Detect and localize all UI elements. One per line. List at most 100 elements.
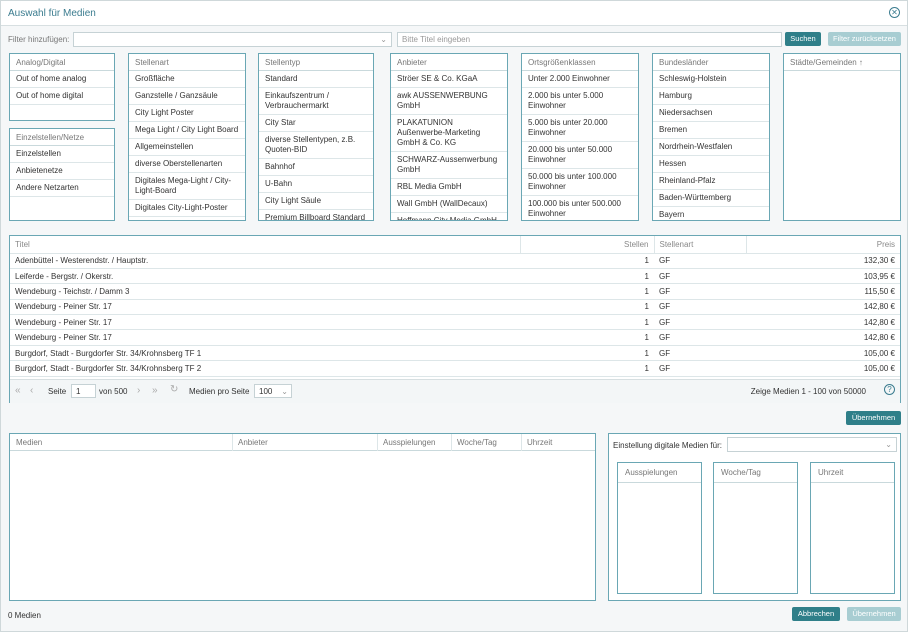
close-icon[interactable]: ✕: [889, 7, 900, 18]
filter-option[interactable]: RBL Media GmbH: [391, 179, 507, 196]
filter-option[interactable]: Baden-Württemberg: [653, 190, 769, 207]
filter-option[interactable]: Bremen: [653, 122, 769, 139]
filter-option[interactable]: Standard: [259, 71, 373, 88]
table-row[interactable]: Burgdorf, Stadt - Burgdorfer Str. 34/Kro…: [10, 360, 900, 377]
table-row[interactable]: Wendeburg - Peiner Str. 17 1 GF 142,80 €: [10, 329, 900, 346]
filter-option[interactable]: Hamburg: [653, 88, 769, 105]
filter-option[interactable]: diverse Oberstellenarten: [129, 156, 245, 173]
filter-option[interactable]: Hessen: [653, 156, 769, 173]
filter-option[interactable]: 2.000 bis unter 5.000 Einwohner: [522, 88, 638, 115]
filter-option[interactable]: Out of home analog: [10, 71, 114, 88]
table-row[interactable]: Wendeburg - Peiner Str. 17 1 GF 142,80 €: [10, 314, 900, 331]
cell-stellen: 1: [520, 329, 654, 346]
filter-option[interactable]: Rheinland-Pfalz: [653, 173, 769, 190]
page-number-input[interactable]: 1: [71, 384, 96, 398]
filter-option[interactable]: Einzelstellen: [10, 146, 114, 163]
filter-option[interactable]: 5.000 bis unter 20.000 Einwohner: [522, 115, 638, 142]
col-header-preis[interactable]: Preis: [746, 236, 900, 254]
col-header-uhrzeit[interactable]: Uhrzeit: [521, 434, 557, 451]
filter-option[interactable]: Allgemeinstellen: [129, 139, 245, 156]
filter-option[interactable]: Ströer SE & Co. KGaA: [391, 71, 507, 88]
results-grid: Titel Stellen Stellenart Preis Adenbütte…: [9, 235, 901, 403]
filter-option[interactable]: Mega Light / City Light Board: [129, 122, 245, 139]
filter-option[interactable]: Hoffmann City Media GmbH & Co. KG: [391, 213, 507, 220]
filter-option[interactable]: Premium Billboard Standard: [259, 210, 373, 220]
col-header-medien[interactable]: Medien: [16, 438, 42, 447]
pager-summary: Zeige Medien 1 - 100 von 50000: [750, 387, 866, 396]
filter-option[interactable]: City Light Säule: [259, 193, 373, 210]
search-button[interactable]: Suchen: [785, 32, 821, 46]
filter-option[interactable]: Bayern: [653, 207, 769, 220]
filter-option[interactable]: Nordrhein-Westfalen: [653, 139, 769, 156]
filter-option[interactable]: Niedersachsen: [653, 105, 769, 122]
table-row[interactable]: Wendeburg - Teichstr. / Damm 3 1 GF 115,50 …: [10, 283, 900, 300]
filter-option[interactable]: City Light Poster: [129, 105, 245, 122]
prev-page-icon[interactable]: ‹: [30, 385, 33, 396]
page-number-value: 1: [76, 387, 81, 396]
col-header-anbieter[interactable]: Anbieter: [232, 434, 273, 451]
col-header-woche[interactable]: Woche/Tag: [451, 434, 502, 451]
panel-title: Bundesländer: [653, 54, 769, 71]
col-header-ausspielungen[interactable]: Ausspielungen: [377, 434, 440, 451]
cell-stellenart: GF: [654, 345, 746, 362]
filter-option[interactable]: U-Bahn: [259, 176, 373, 193]
filter-option[interactable]: Ganzstelle / Ganzsäule: [129, 88, 245, 105]
filter-option[interactable]: Andere Netzarten: [10, 180, 114, 197]
pager-von-label: von 500: [99, 387, 128, 396]
col-header-titel[interactable]: Titel: [10, 236, 521, 254]
filter-option[interactable]: Bahnhof: [259, 159, 373, 176]
filter-option[interactable]: diverse Stellentypen, z.B. Quoten-BID: [259, 132, 373, 159]
apply-button[interactable]: Übernehmen: [847, 607, 901, 621]
digital-box-ausspielungen: Ausspielungen: [617, 462, 702, 594]
reset-filter-button[interactable]: Filter zurücksetzen: [828, 32, 901, 46]
panel-stellentyp: Stellentyp Standard Einkaufszentrum / Ver…: [258, 53, 374, 221]
last-page-icon[interactable]: »: [152, 385, 158, 396]
filter-option[interactable]: Schleswig-Holstein: [653, 71, 769, 88]
digital-box-woche: Woche/Tag: [713, 462, 798, 594]
filter-option[interactable]: Out of home digital: [10, 88, 114, 105]
cell-preis: 115,50 €: [746, 283, 900, 300]
help-icon[interactable]: ?: [884, 384, 895, 395]
next-page-icon[interactable]: ›: [137, 385, 140, 396]
filter-option[interactable]: Digitales Mega-Light / City-Light-Board: [129, 173, 245, 200]
dialog-header: Auswahl für Medien ✕: [1, 1, 907, 26]
table-row[interactable]: Wendeburg - Peiner Str. 17 1 GF 142,80 €: [10, 299, 900, 316]
uebernehmen-button[interactable]: Übernehmen: [846, 411, 901, 425]
filter-option[interactable]: 50.000 bis unter 100.000 Einwohner: [522, 169, 638, 196]
filter-option[interactable]: Anbietenetze: [10, 163, 114, 180]
filter-option[interactable]: Wall GmbH (WallDecaux): [391, 196, 507, 213]
table-row[interactable]: Adenbüttel - Westerendstr. / Hauptstr. 1 G…: [10, 253, 900, 269]
filter-option[interactable]: Unter 2.000 Einwohner: [522, 71, 638, 88]
panel-anbieter: Anbieter Ströer SE & Co. KGaA awk AUSSENW…: [390, 53, 508, 221]
filter-option[interactable]: City Star: [259, 115, 373, 132]
cell-titel: Burgdorf, Stadt - Burgdorfer Str. 34/Kro…: [10, 360, 520, 377]
table-row[interactable]: Leiferde - Bergstr. / Okerstr. 1 GF 103,95 …: [10, 268, 900, 285]
per-page-select[interactable]: 100 ⌄: [254, 384, 292, 398]
cancel-button[interactable]: Abbrechen: [792, 607, 840, 621]
filter-option[interactable]: 20.000 bis unter 50.000 Einwohner: [522, 142, 638, 169]
filter-option[interactable]: Großfläche: [129, 71, 245, 88]
filter-option[interactable]: awk AUSSENWERBUNG GmbH: [391, 88, 507, 115]
digital-settings-label: Einstellung digitale Medien für:: [613, 441, 722, 450]
col-header-stellen[interactable]: Stellen: [520, 236, 655, 254]
filter-option[interactable]: 100.000 bis unter 500.000 Einwohner: [522, 196, 638, 220]
col-header-stellenart[interactable]: Stellenart: [654, 236, 747, 254]
filter-option[interactable]: SCHWARZ-Aussenwerbung GmbH: [391, 152, 507, 179]
filter-option[interactable]: Einkaufszentrum / Verbrauchermarkt: [259, 88, 373, 115]
pager-bar: « ‹ Seite 1 von 500 › » ↻ Medien pro Sei…: [10, 379, 900, 403]
cell-preis: 105,00 €: [746, 345, 900, 362]
first-page-icon[interactable]: «: [15, 385, 21, 396]
digital-settings-select[interactable]: ⌄: [727, 437, 897, 452]
filter-option[interactable]: Digitales City-Light-Poster: [129, 200, 245, 217]
digital-box-uhrzeit: Uhrzeit: [810, 462, 895, 594]
panel-title: Ortsgrößenklassen: [522, 54, 638, 71]
table-row[interactable]: Burgdorf, Stadt - Burgdorfer Str. 34/Kro…: [10, 345, 900, 362]
panel-title-sortable[interactable]: Städte/Gemeinden ↑: [784, 54, 900, 71]
filter-option[interactable]: PLAKATUNION Außenwerbe-Marketing GmbH & …: [391, 115, 507, 152]
refresh-icon[interactable]: ↻: [170, 384, 178, 395]
filter-select[interactable]: ⌄: [73, 32, 392, 47]
title-search-input[interactable]: Bitte Titel eingeben: [397, 32, 782, 47]
cell-titel: Burgdorf, Stadt - Burgdorfer Str. 34/Kro…: [10, 345, 520, 362]
cell-titel: Wendeburg - Peiner Str. 17: [10, 314, 520, 331]
media-table: Medien Anbieter Ausspielungen Woche/Tag …: [9, 433, 596, 601]
